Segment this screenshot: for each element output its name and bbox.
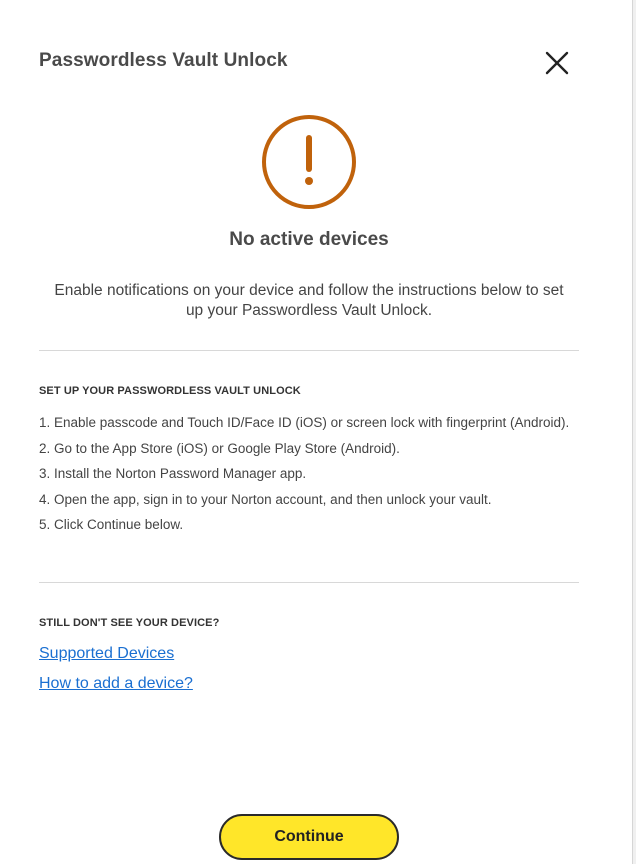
section-divider — [39, 582, 579, 583]
how-to-add-device-link[interactable]: How to add a device? — [39, 675, 193, 693]
supported-devices-link[interactable]: Supported Devices — [39, 645, 174, 663]
section-divider — [39, 350, 579, 351]
status-description: Enable notifications on your device and … — [54, 282, 564, 319]
window-edge — [632, 0, 636, 864]
setup-steps-list: 1. Enable passcode and Touch ID/Face ID … — [39, 413, 579, 541]
continue-button[interactable]: Continue — [219, 814, 399, 860]
dialog-title: Passwordless Vault Unlock — [39, 50, 288, 71]
setup-step: 1. Enable passcode and Touch ID/Face ID … — [39, 415, 570, 430]
setup-step: 5. Click Continue below. — [39, 517, 184, 532]
exclamation-circle-icon — [261, 114, 357, 210]
status-headline: No active devices — [229, 229, 389, 250]
setup-step: 2. Go to the App Store (iOS) or Google P… — [39, 440, 400, 456]
setup-step: 4. Open the app, sign in to your Norton … — [39, 491, 492, 507]
close-icon[interactable] — [543, 49, 571, 77]
help-heading: STILL DON'T SEE YOUR DEVICE? — [39, 617, 220, 629]
setup-step: 3. Install the Norton Password Manager a… — [39, 466, 307, 481]
setup-heading: SET UP YOUR PASSWORDLESS VAULT UNLOCK — [39, 385, 301, 397]
passwordless-unlock-dialog: Passwordless Vault Unlock No active devi… — [0, 0, 631, 864]
close-button[interactable] — [543, 49, 571, 77]
